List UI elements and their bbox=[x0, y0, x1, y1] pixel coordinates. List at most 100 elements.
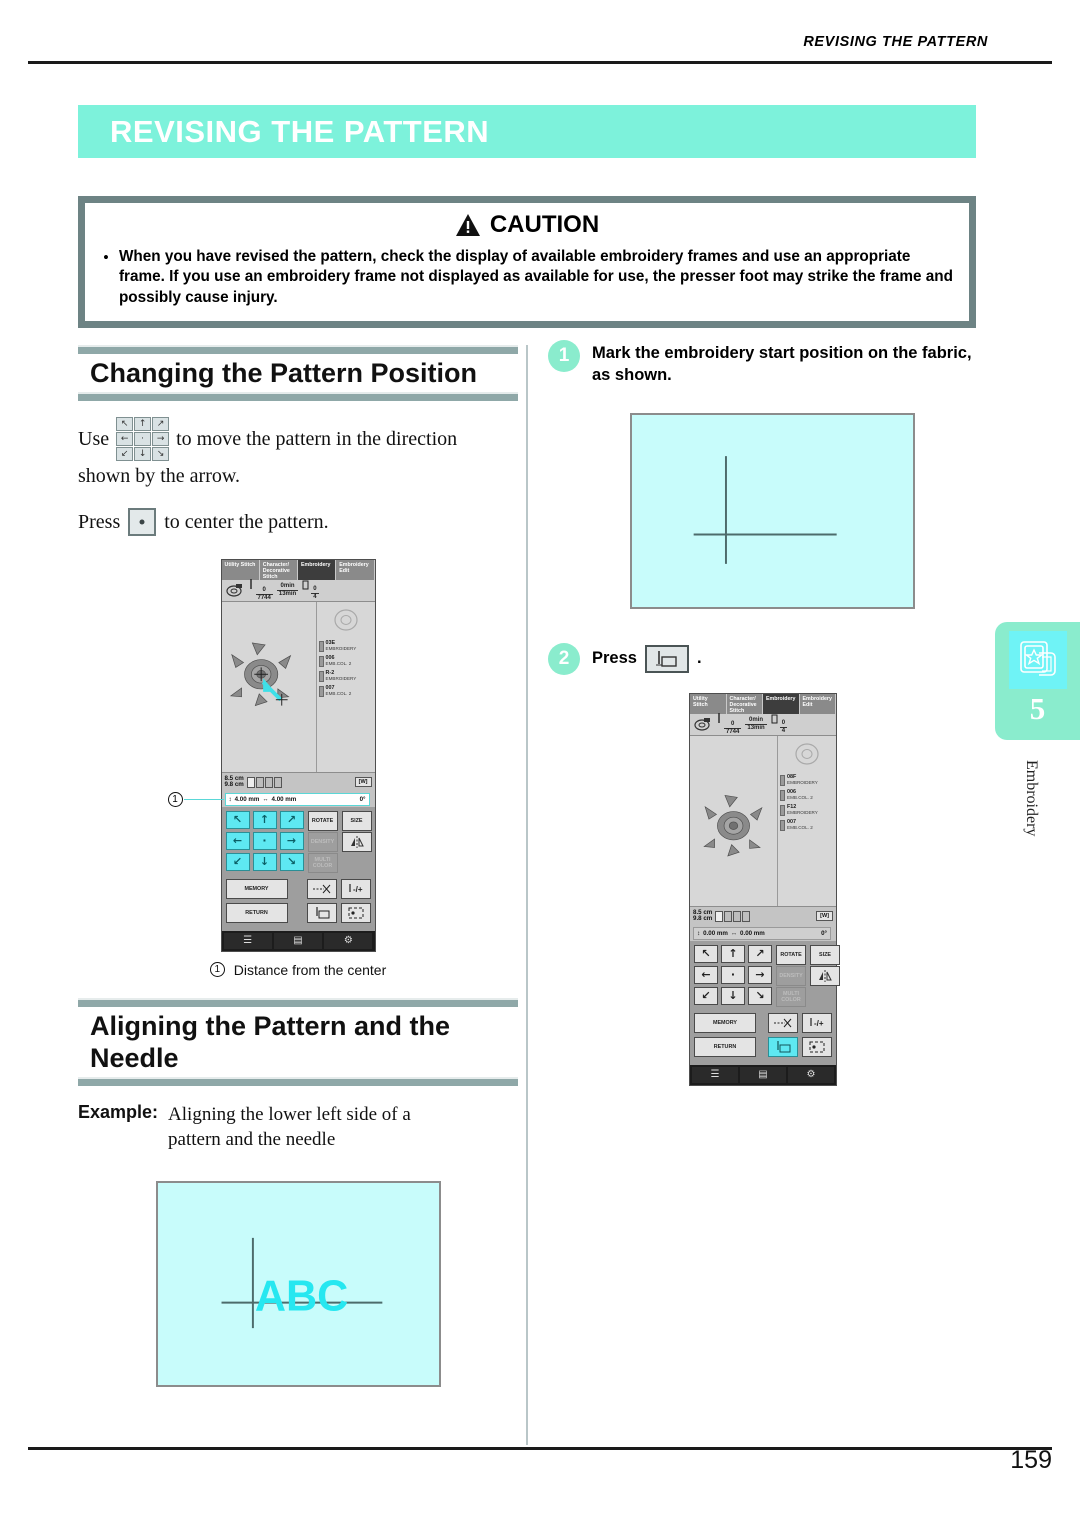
lcd-color-total: 4 bbox=[781, 727, 786, 734]
move-up-button[interactable]: ↑ bbox=[252, 810, 277, 829]
return-button[interactable]: RETURN bbox=[694, 1036, 756, 1057]
move-up-right-button[interactable]: ↗ bbox=[748, 944, 772, 963]
lcd-tab-bar[interactable]: Utility Stitch Character/ Decorative Sti… bbox=[690, 693, 836, 714]
move-left-button[interactable]: ← bbox=[694, 965, 718, 984]
frame-availability-icons bbox=[246, 776, 282, 788]
move-center-button[interactable]: · bbox=[721, 965, 745, 984]
lcd-tab-bar[interactable]: Utility Stitch Character/ Decorative Sti… bbox=[221, 559, 375, 580]
lcd-design-area[interactable]: 08F EMBROIDERY 006 EMB.COL. 2 F12 EMBROI… bbox=[690, 735, 836, 906]
rotate-button[interactable]: ROTATE bbox=[776, 944, 806, 965]
lcd-tab-embroidery[interactable]: Embroidery bbox=[298, 559, 337, 580]
multi-color-button[interactable]: MULTI COLOR bbox=[776, 986, 806, 1007]
thread-item[interactable]: 03E EMBROIDERY bbox=[318, 640, 373, 652]
thread-trim-button[interactable] bbox=[768, 1012, 798, 1033]
thread-item[interactable]: 007 EMB.COL. 2 bbox=[780, 819, 834, 831]
section-rule-top bbox=[78, 345, 518, 354]
move-down-left-button[interactable]: ↙ bbox=[225, 852, 250, 871]
lcd-tab-embroidery-edit[interactable]: Embroidery Edit bbox=[799, 693, 836, 714]
lcd-thread-list[interactable]: 08F EMBROIDERY 006 EMB.COL. 2 F12 EMBROI… bbox=[778, 735, 836, 906]
memory-button[interactable]: MEMORY bbox=[694, 1012, 756, 1033]
needle-updown-button[interactable]: -/+ bbox=[340, 878, 371, 899]
lcd-settings-button[interactable]: ☰ bbox=[692, 1066, 738, 1083]
trial-button[interactable] bbox=[802, 1036, 832, 1057]
lcd-thread-list[interactable]: 03E EMBROIDERY 006 EMB.COL. 2 R-2 EMBROI… bbox=[316, 601, 375, 772]
thread-item[interactable]: R-2 EMBROIDERY bbox=[318, 670, 373, 682]
start-position-button[interactable] bbox=[768, 1036, 798, 1057]
multi-color-button[interactable]: MULTI COLOR bbox=[307, 852, 338, 873]
trial-button[interactable] bbox=[340, 902, 371, 923]
lcd-time: 0min 13min bbox=[276, 583, 299, 598]
needle-updown-button[interactable]: -/+ bbox=[802, 1012, 832, 1033]
move-center-button[interactable]: · bbox=[252, 831, 277, 850]
frame-chip-icon bbox=[715, 910, 724, 922]
move-down-button[interactable]: ↓ bbox=[252, 852, 277, 871]
thread-item[interactable]: 007 EMB.COL. 2 bbox=[318, 685, 373, 697]
move-up-right-button[interactable]: ↗ bbox=[279, 810, 304, 829]
frame-chip-icon bbox=[273, 776, 282, 788]
move-down-button[interactable]: ↓ bbox=[721, 986, 745, 1005]
move-left-button[interactable]: ← bbox=[225, 831, 250, 850]
lcd-machine-button[interactable]: ▤ bbox=[273, 932, 323, 949]
lcd-tab-embroidery-edit[interactable]: Embroidery Edit bbox=[336, 559, 375, 580]
thread-item[interactable]: F12 EMBROIDERY bbox=[780, 804, 834, 816]
lcd-screen-right[interactable]: Utility Stitch Character/ Decorative Sti… bbox=[689, 692, 840, 1086]
move-right-button[interactable]: → bbox=[279, 831, 304, 850]
fabric-illustration-mark bbox=[630, 412, 915, 609]
lcd-frame-button[interactable]: [W] bbox=[816, 911, 833, 922]
lcd-settings-button[interactable]: ☰ bbox=[223, 932, 272, 949]
spool-swatch-icon bbox=[780, 819, 785, 831]
press-prefix: Press bbox=[78, 510, 121, 533]
move-up-left-button[interactable]: ↖ bbox=[225, 810, 250, 829]
abc-alignment-diagram: ABC bbox=[221, 1237, 382, 1328]
thread-item[interactable]: 08F EMBROIDERY bbox=[780, 774, 834, 786]
start-position-button[interactable] bbox=[306, 902, 337, 923]
running-head: REVISING THE PATTERN bbox=[803, 34, 988, 50]
lcd-pattern-stage[interactable] bbox=[221, 601, 317, 772]
lcd-tab-utility-stitch[interactable]: Utility Stitch bbox=[690, 693, 727, 714]
thread-trim-button[interactable] bbox=[306, 878, 337, 899]
mirror-button[interactable] bbox=[341, 831, 372, 852]
lcd-tab-utility-stitch[interactable]: Utility Stitch bbox=[221, 559, 260, 580]
lcd-tab-embroidery[interactable]: Embroidery bbox=[763, 693, 800, 714]
lcd-help-button[interactable]: ⚙ bbox=[324, 932, 373, 949]
move-down-left-button[interactable]: ↙ bbox=[694, 986, 718, 1005]
spool-icon bbox=[302, 580, 309, 590]
lcd-screen-left[interactable]: Utility Stitch Character/ Decorative Sti… bbox=[167, 558, 376, 952]
lcd-machine-button[interactable]: ▤ bbox=[740, 1066, 786, 1083]
rotate-button[interactable]: ROTATE bbox=[307, 810, 338, 831]
lcd-stitch-count: 0 7744 bbox=[248, 578, 273, 602]
lcd-move-pad[interactable]: ↖ ↑ ↗ ← · → ↙ ↓ ↘ bbox=[694, 944, 772, 1005]
move-right-button[interactable]: → bbox=[748, 965, 772, 984]
size-button[interactable]: SIZE bbox=[810, 944, 840, 965]
lcd-help-button[interactable]: ⚙ bbox=[788, 1066, 834, 1083]
size-button[interactable]: SIZE bbox=[341, 810, 372, 831]
lcd-bottom-bar[interactable]: ☰ ▤ ⚙ bbox=[690, 1064, 836, 1085]
move-up-left-button[interactable]: ↖ bbox=[694, 944, 718, 963]
lcd-bottom-bar[interactable]: ☰ ▤ ⚙ bbox=[221, 930, 375, 951]
column-divider bbox=[526, 345, 528, 1445]
density-button[interactable]: DENSITY bbox=[776, 965, 806, 986]
thread-item[interactable]: 006 EMB.COL. 2 bbox=[318, 655, 373, 667]
memory-button[interactable]: MEMORY bbox=[225, 878, 288, 899]
arrow-pad-icon: ↖ ↑ ↗ ← · → ↙ ↓ ↘ bbox=[116, 416, 170, 461]
caution-bullet: • bbox=[103, 248, 109, 267]
mirror-button[interactable] bbox=[810, 965, 840, 986]
move-down-right-button[interactable]: ↘ bbox=[279, 852, 304, 871]
move-down-right-button[interactable]: ↘ bbox=[748, 986, 772, 1005]
density-button[interactable]: DENSITY bbox=[307, 831, 338, 852]
needle-updown-icon: -/+ bbox=[810, 1018, 824, 1028]
lcd-move-pad[interactable]: ↖ ↑ ↗ ← · → ↙ ↓ ↘ bbox=[225, 810, 304, 871]
bobbin-icon bbox=[694, 718, 710, 731]
return-button[interactable]: RETURN bbox=[225, 902, 288, 923]
lcd-tab-character-decorative-stitch[interactable]: Character/ Decorative Stitch bbox=[726, 693, 763, 714]
lcd-frame-button[interactable]: [W] bbox=[354, 777, 372, 788]
needle-updown-icon: -/+ bbox=[348, 884, 362, 894]
lcd-keypad[interactable]: ↖ ↑ ↗ ← · → ↙ ↓ ↘ ROTATE DENSITY MULTI C… bbox=[690, 940, 840, 1013]
thread-item[interactable]: 006 EMB.COL. 2 bbox=[780, 789, 834, 801]
move-up-button[interactable]: ↑ bbox=[721, 944, 745, 963]
lcd-design-area[interactable]: 03E EMBROIDERY 006 EMB.COL. 2 R-2 EMBROI… bbox=[221, 601, 375, 772]
chapter-number: 5 bbox=[1029, 691, 1046, 726]
lcd-keypad[interactable]: ↖ ↑ ↗ ← · → ↙ ↓ ↘ ROTATE DENSITY MULTI C… bbox=[221, 806, 375, 879]
lcd-tab-character-decorative-stitch[interactable]: Character/ Decorative Stitch bbox=[259, 559, 298, 580]
lcd-pattern-stage[interactable] bbox=[690, 735, 778, 906]
